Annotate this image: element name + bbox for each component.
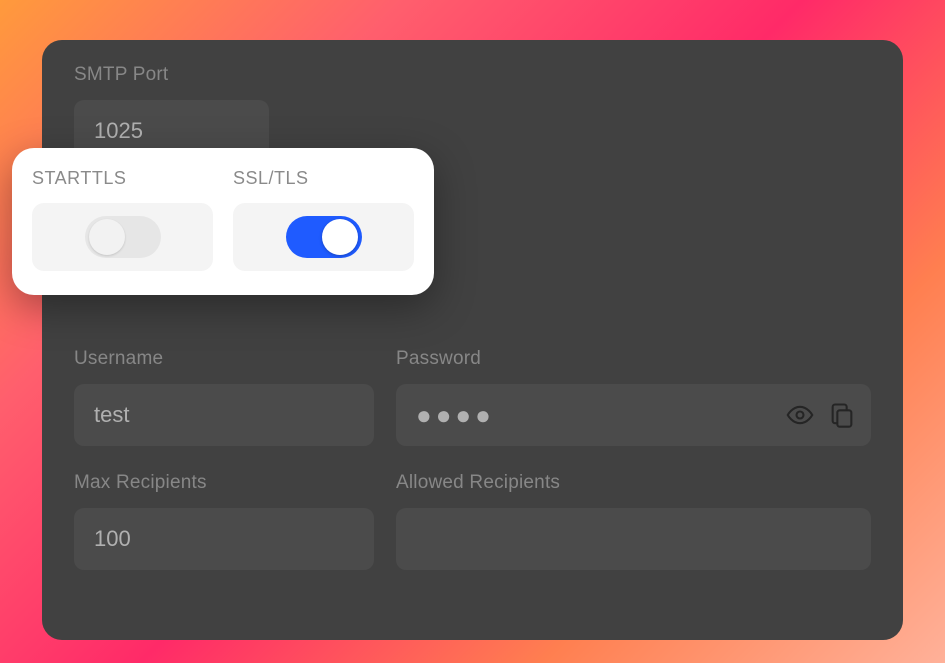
password-actions xyxy=(785,400,857,430)
eye-icon[interactable] xyxy=(785,400,815,430)
smtp-settings-panel: SMTP Port Username Password ●●●● xyxy=(42,40,903,640)
password-label: Password xyxy=(396,348,871,370)
password-masked: ●●●● xyxy=(416,402,495,428)
ssltls-group: SSL/TLS xyxy=(233,168,414,271)
max-recipients-input-box[interactable] xyxy=(74,508,374,570)
copy-icon[interactable] xyxy=(827,400,857,430)
username-group: Username xyxy=(74,348,374,446)
recipients-row: Max Recipients Allowed Recipients xyxy=(74,472,871,570)
allowed-recipients-input[interactable] xyxy=(416,526,851,552)
max-recipients-label: Max Recipients xyxy=(74,472,374,494)
ssltls-label: SSL/TLS xyxy=(233,168,414,189)
smtp-port-label: SMTP Port xyxy=(74,64,871,86)
max-recipients-input[interactable] xyxy=(94,526,354,552)
username-input[interactable] xyxy=(94,402,354,428)
starttls-label: STARTTLS xyxy=(32,168,213,189)
allowed-recipients-input-box[interactable] xyxy=(396,508,871,570)
smtp-port-input[interactable] xyxy=(94,118,249,144)
starttls-toggle-shell xyxy=(32,203,213,271)
toggle-row: STARTTLS SSL/TLS xyxy=(32,168,414,271)
credentials-row: Username Password ●●●● xyxy=(74,348,871,446)
ssltls-toggle-shell xyxy=(233,203,414,271)
username-input-box[interactable] xyxy=(74,384,374,446)
username-label: Username xyxy=(74,348,374,370)
ssltls-toggle[interactable] xyxy=(286,216,362,258)
starttls-group: STARTTLS xyxy=(32,168,213,271)
allowed-recipients-label: Allowed Recipients xyxy=(396,472,871,494)
password-input-box[interactable]: ●●●● xyxy=(396,384,871,446)
tls-toggle-popover: STARTTLS SSL/TLS xyxy=(12,148,434,295)
allowed-recipients-group: Allowed Recipients xyxy=(396,472,871,570)
max-recipients-group: Max Recipients xyxy=(74,472,374,570)
ssltls-toggle-knob xyxy=(322,219,358,255)
password-group: Password ●●●● xyxy=(396,348,871,446)
starttls-toggle[interactable] xyxy=(85,216,161,258)
starttls-toggle-knob xyxy=(89,219,125,255)
